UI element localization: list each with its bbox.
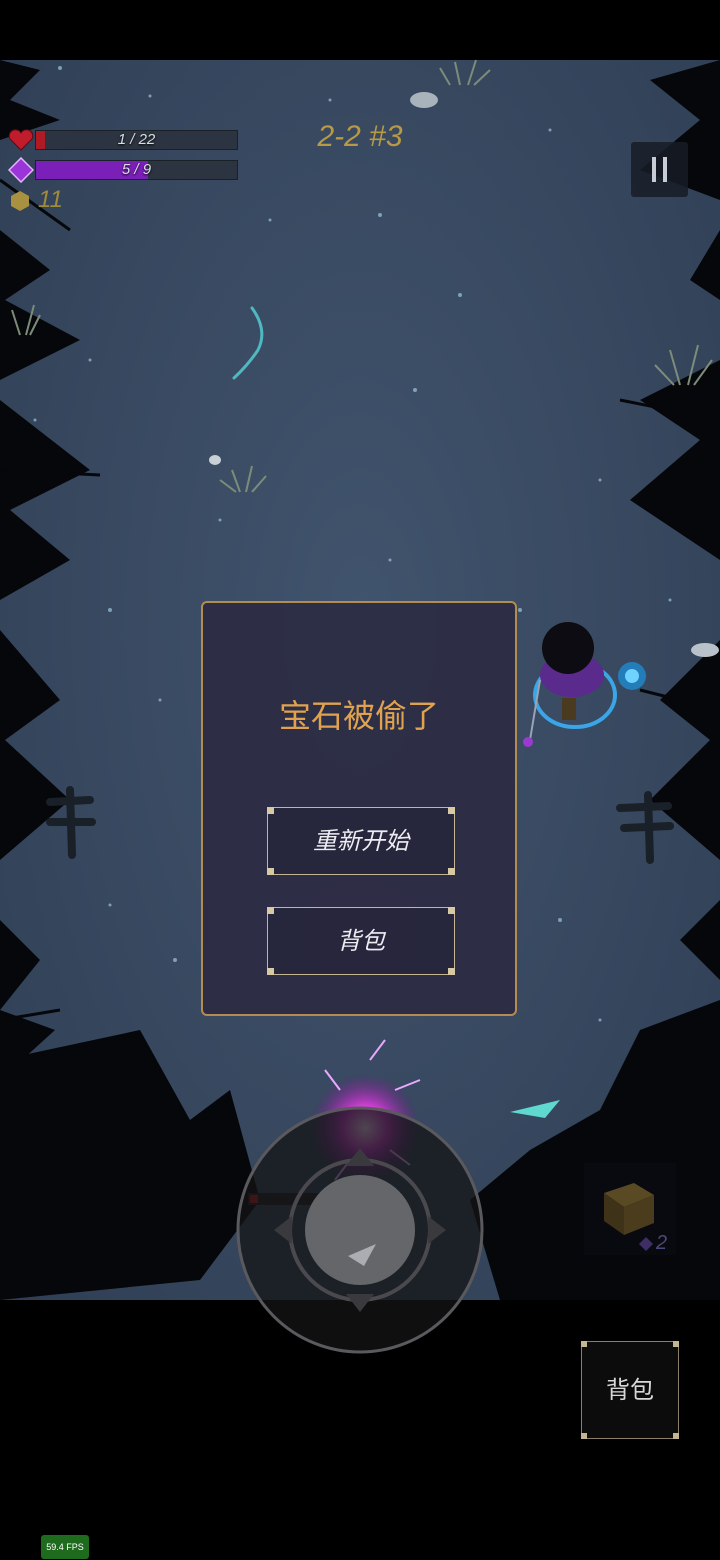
joystick[interactable]	[236, 1106, 486, 1356]
bag-button[interactable]: 背包	[581, 1341, 679, 1439]
stage-label: 2-2 #3	[317, 120, 403, 153]
mana-text: 5 / 9	[121, 161, 152, 178]
health-text: 1 / 22	[117, 131, 156, 148]
bag-button-label: 背包	[606, 1376, 654, 1404]
coin-count: 11	[38, 186, 63, 213]
dialog-bag-button-label: 背包	[337, 927, 385, 955]
joystick-knob[interactable]	[305, 1175, 415, 1285]
game-over-dialog: 宝石被偷了 重新开始 背包	[201, 601, 517, 1016]
dialog-title: 宝石被偷了	[278, 697, 439, 735]
heart-icon	[8, 129, 34, 151]
health-bar: 1 / 22	[35, 130, 238, 150]
mana-bar: 5 / 9	[35, 160, 238, 180]
coin-icon	[11, 191, 29, 211]
item-gem-icon	[639, 1237, 653, 1251]
restart-button[interactable]: 重新开始	[267, 807, 455, 875]
gem-icon	[8, 157, 34, 183]
pause-icon	[652, 157, 667, 182]
item-count: 2	[656, 1232, 668, 1254]
dialog-bag-button[interactable]: 背包	[267, 907, 455, 975]
fps-counter: 59.4 FPS	[41, 1535, 89, 1559]
pause-button[interactable]	[631, 142, 688, 197]
restart-button-label: 重新开始	[313, 827, 409, 855]
